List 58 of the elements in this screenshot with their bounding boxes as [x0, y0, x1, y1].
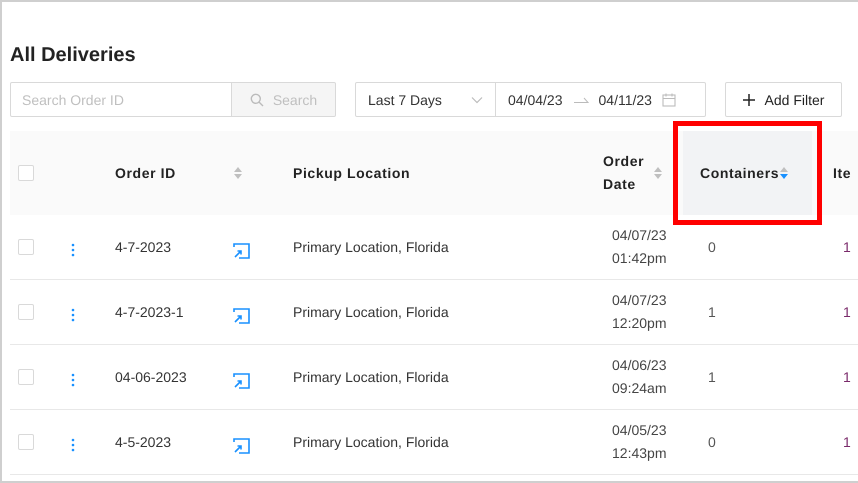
order-date: 04/06/23	[612, 356, 666, 375]
add-filter-button[interactable]: Add Filter	[725, 82, 842, 117]
order-time: 12:43pm	[612, 444, 666, 463]
container-count: 1	[708, 304, 716, 320]
order-date: 04/07/23	[612, 226, 666, 245]
column-label: Pickup Location	[293, 165, 410, 181]
open-link-icon[interactable]	[233, 373, 250, 389]
order-id: 4-5-2023	[115, 434, 172, 450]
item-count: 1	[843, 304, 851, 320]
column-header[interactable]: Ite	[812, 131, 858, 215]
item-count: 1	[843, 434, 851, 450]
order-date: 04/05/23	[612, 421, 666, 440]
container-count: 1	[708, 369, 716, 385]
pickup-location: Primary Location, Florida	[293, 369, 449, 385]
pickup-location: Primary Location, Florida	[293, 434, 449, 450]
pickup-location: Primary Location, Florida	[293, 239, 449, 255]
order-date: 04/07/23	[612, 291, 666, 310]
more-options-icon[interactable]	[71, 438, 75, 452]
checkbox[interactable]	[18, 304, 34, 320]
container-count: 0	[708, 239, 716, 255]
order-id: 4-7-2023	[115, 239, 172, 255]
item-count: 1	[843, 369, 851, 385]
column-label: Containers	[700, 165, 780, 181]
chevron-down-icon	[471, 96, 483, 104]
column-header[interactable]: Order ID	[100, 131, 230, 215]
plus-icon	[742, 94, 755, 106]
order-id: 04-06-2023	[115, 369, 187, 385]
checkbox[interactable]	[18, 434, 34, 450]
more-options-icon[interactable]	[71, 373, 75, 387]
checkbox[interactable]	[18, 369, 34, 385]
range-dropdown[interactable]: Last 7 Days	[355, 82, 496, 117]
column-label: Order ID	[115, 165, 176, 181]
item-count: 1	[843, 239, 851, 255]
column-label: Order Date	[603, 152, 646, 194]
open-link-icon[interactable]	[233, 308, 250, 324]
column-header[interactable]: Pickup Location	[280, 131, 590, 215]
checkbox[interactable]	[18, 239, 34, 255]
more-options-icon[interactable]	[71, 243, 75, 257]
calendar-icon	[662, 92, 676, 106]
order-id: 4-7-2023-1	[115, 304, 184, 320]
order-time: 01:42pm	[612, 249, 666, 268]
more-options-icon[interactable]	[71, 308, 75, 322]
order-time: 12:20pm	[612, 314, 666, 333]
open-link-icon[interactable]	[233, 243, 250, 259]
column-label: Ite	[833, 165, 852, 181]
pickup-location: Primary Location, Florida	[293, 304, 449, 320]
order-time: 09:24am	[612, 379, 666, 398]
column-header[interactable]: Containers	[683, 131, 812, 215]
column-header[interactable]: Order Date	[590, 131, 683, 215]
sort-icon[interactable]	[779, 166, 790, 180]
search-icon	[250, 92, 264, 106]
open-link-icon[interactable]	[233, 438, 250, 454]
date-range-field[interactable]: 04/04/23 04/11/23	[496, 82, 706, 117]
page-title: All Deliveries	[10, 43, 137, 68]
sort-icon[interactable]	[653, 166, 663, 180]
sort-icon[interactable]	[233, 166, 243, 180]
checkbox[interactable]	[18, 165, 34, 181]
container-count: 0	[708, 434, 716, 450]
